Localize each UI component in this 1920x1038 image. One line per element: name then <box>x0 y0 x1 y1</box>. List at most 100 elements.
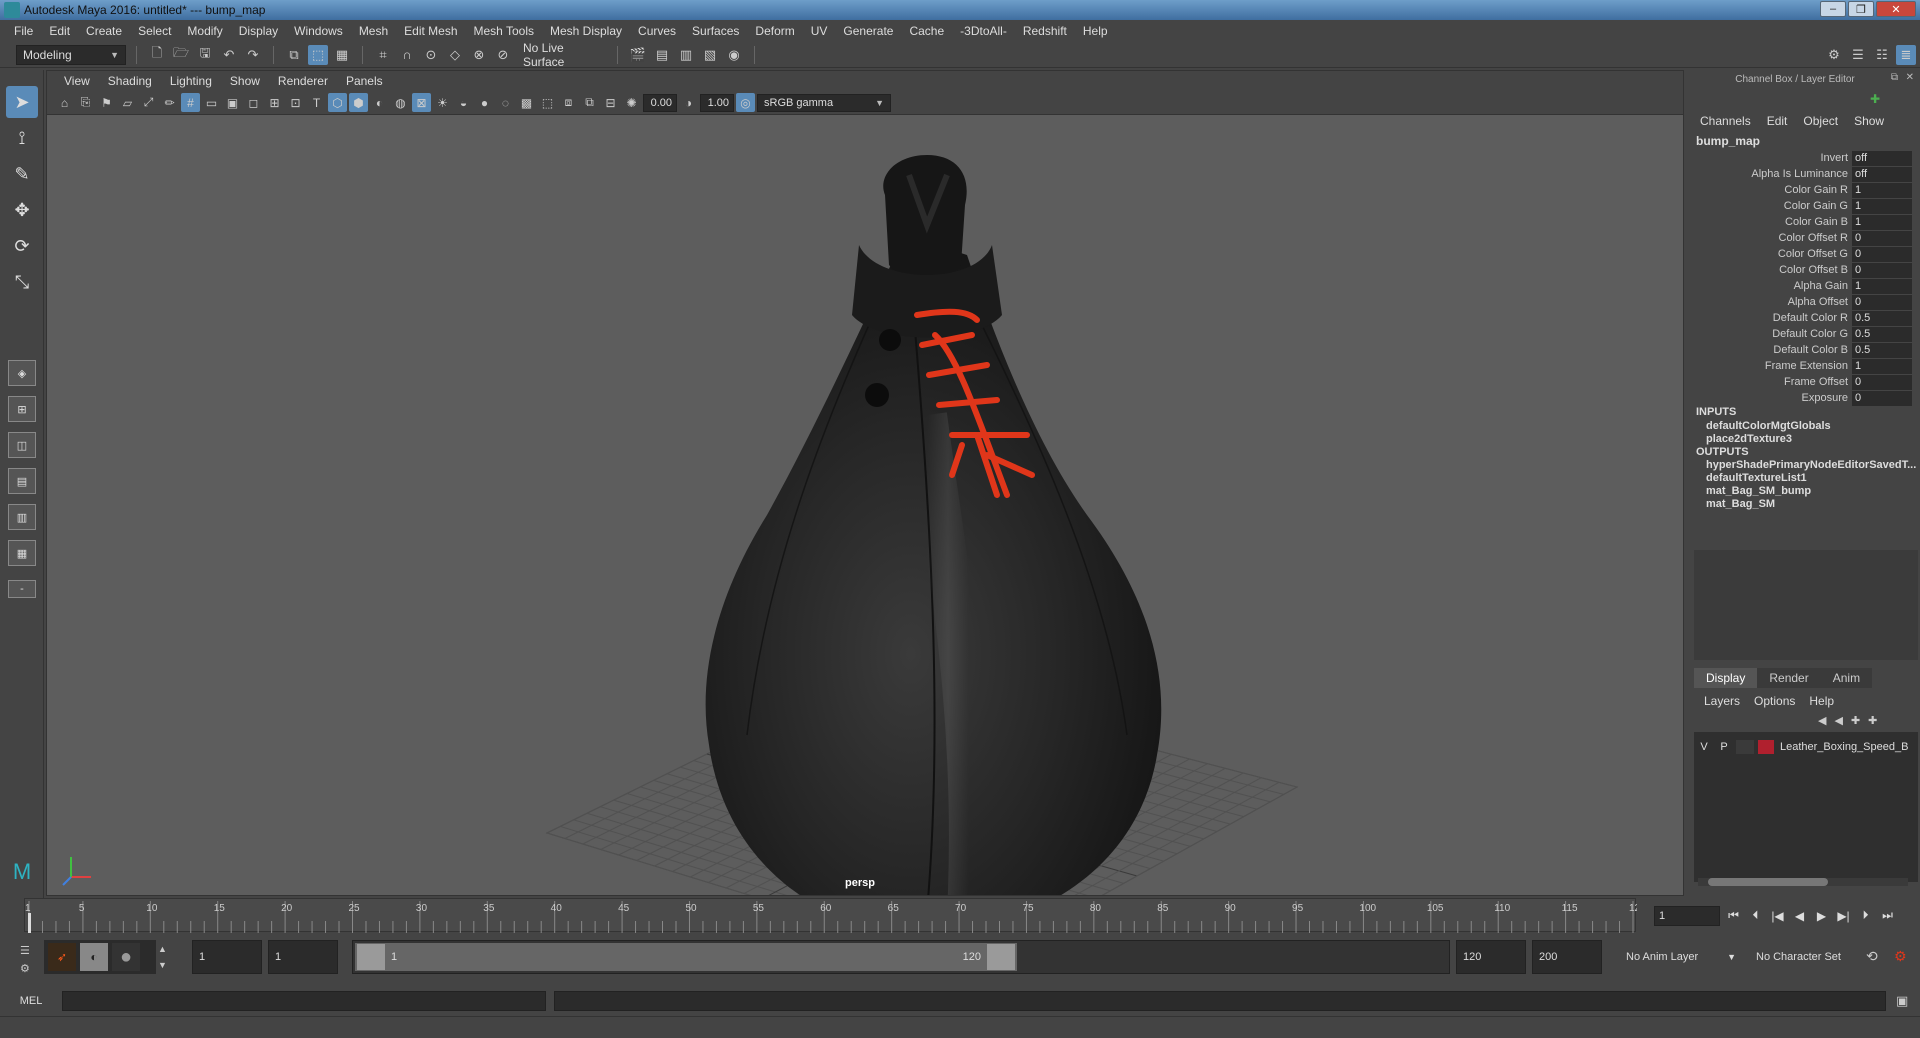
bookmark-icon[interactable]: ⚑ <box>97 93 116 112</box>
channel-box-toggle-icon[interactable]: ≣ <box>1896 44 1916 65</box>
anim-layer-dropdown[interactable]: No Anim Layer ▼ <box>1620 940 1740 974</box>
tool-settings-icon[interactable]: ☷ <box>1872 45 1892 65</box>
lasso-tool-icon[interactable]: ⟟ <box>6 122 38 154</box>
new-layer-selected-icon[interactable]: ✚ <box>1868 714 1877 727</box>
four-pane-layout-icon[interactable]: ⊞ <box>8 396 36 422</box>
channel-menu-object[interactable]: Object <box>1803 114 1838 128</box>
input-node[interactable]: defaultColorMgtGlobals <box>1706 420 1831 432</box>
output-node[interactable]: defaultTextureList1 <box>1706 472 1807 484</box>
go-to-start-icon[interactable]: ⏮ <box>1724 906 1743 925</box>
command-language-toggle[interactable]: MEL <box>0 995 62 1007</box>
attribute-row[interactable]: Default Color R 0.5 <box>1690 310 1920 326</box>
attribute-label[interactable]: Color Gain R <box>1690 184 1852 196</box>
script-editor-icon[interactable]: ▣ <box>1896 993 1908 1009</box>
channel-menu-show[interactable]: Show <box>1854 114 1884 128</box>
snap-view-plane-icon[interactable]: ◇ <box>445 45 465 65</box>
wireframe-on-shaded-icon[interactable]: ◍ <box>391 93 410 112</box>
isolate-select-icon[interactable]: ⬚ <box>538 93 557 112</box>
viewport-scene[interactable]: persp <box>47 115 1683 895</box>
attribute-label[interactable]: Invert <box>1690 152 1852 164</box>
shadows-icon[interactable]: ◒ <box>454 93 473 112</box>
textured-icon[interactable]: ⊠ <box>412 93 431 112</box>
layer-name[interactable]: Leather_Boxing_Speed_B <box>1780 741 1908 753</box>
attribute-label[interactable]: Frame Extension <box>1690 360 1852 372</box>
gamma-field[interactable]: 1.00 <box>700 93 734 112</box>
menu-modify[interactable]: Modify <box>179 24 230 38</box>
attribute-editor-icon[interactable]: ☰ <box>1848 45 1868 65</box>
layer-playback-toggle[interactable]: P <box>1714 741 1734 753</box>
ipr-render-icon[interactable]: ▥ <box>676 45 696 65</box>
attribute-label[interactable]: Default Color G <box>1690 328 1852 340</box>
menu-mesh-tools[interactable]: Mesh Tools <box>466 24 542 38</box>
resolution-gate-icon[interactable]: ▣ <box>223 93 242 112</box>
layer-menu-options[interactable]: Options <box>1754 694 1795 708</box>
menu-curves[interactable]: Curves <box>630 24 684 38</box>
attribute-value[interactable]: 0.5 <box>1852 326 1912 342</box>
graph-layout-icon[interactable]: ▥ <box>8 504 36 530</box>
live-surface-field[interactable]: No Live Surface <box>517 41 607 69</box>
gamma-icon[interactable]: ◑ <box>679 93 698 112</box>
attribute-value[interactable]: 1 <box>1852 182 1912 198</box>
attribute-label[interactable]: Alpha Is Luminance <box>1690 168 1852 180</box>
select-by-component-icon[interactable]: ▦ <box>332 45 352 65</box>
minimize-button[interactable]: – <box>1820 1 1846 17</box>
current-time-marker[interactable] <box>28 913 31 933</box>
go-to-end-icon[interactable]: ⏭ <box>1878 906 1897 925</box>
menu-uv[interactable]: UV <box>803 24 836 38</box>
layer-scrollbar[interactable] <box>1698 878 1908 886</box>
attribute-value[interactable]: 0.5 <box>1852 310 1912 326</box>
menu-surfaces[interactable]: Surfaces <box>684 24 747 38</box>
camera-select-icon[interactable]: ⌂ <box>55 93 74 112</box>
rotate-tool-icon[interactable]: ⟳ <box>6 230 38 262</box>
viewport-menu-show[interactable]: Show <box>221 74 269 88</box>
current-frame-field[interactable]: 1 <box>1654 906 1720 926</box>
sphere-shelf-icon[interactable]: ● <box>112 943 140 971</box>
use-all-lights-icon[interactable]: ☀ <box>433 93 452 112</box>
select-tool-icon[interactable]: ➤ <box>6 86 38 118</box>
menu-edit-mesh[interactable]: Edit Mesh <box>396 24 465 38</box>
attribute-label[interactable]: Color Offset R <box>1690 232 1852 244</box>
modeling-toolkit-icon[interactable]: ⚙ <box>1824 45 1844 65</box>
attribute-row[interactable]: Color Gain B1 <box>1690 214 1920 230</box>
input-node[interactable]: place2dTexture3 <box>1706 433 1792 445</box>
preferences-icon[interactable]: ⚙ <box>1894 948 1907 965</box>
xray-components-icon[interactable]: ⊟ <box>601 93 620 112</box>
grid-toggle-icon[interactable]: # <box>181 93 200 112</box>
viewport-menu-lighting[interactable]: Lighting <box>161 74 221 88</box>
viewport-menu-panels[interactable]: Panels <box>337 74 392 88</box>
attribute-value[interactable]: 1 <box>1852 214 1912 230</box>
channel-menu-edit[interactable]: Edit <box>1767 114 1788 128</box>
viewport-menu-shading[interactable]: Shading <box>99 74 161 88</box>
paint-select-tool-icon[interactable]: ✎ <box>6 158 38 190</box>
dynamics-shelf-icon[interactable]: ➶ <box>48 943 76 971</box>
anti-aliasing-icon[interactable]: ▩ <box>517 93 536 112</box>
attribute-value[interactable]: off <box>1852 150 1912 166</box>
snap-surface-icon[interactable]: ⊗ <box>469 45 489 65</box>
range-start-handle[interactable] <box>357 944 385 970</box>
attribute-label[interactable]: Alpha Gain <box>1690 280 1852 292</box>
field-chart-icon[interactable]: ⊞ <box>265 93 284 112</box>
safe-action-icon[interactable]: ⊡ <box>286 93 305 112</box>
exposure-field[interactable]: 0.00 <box>643 93 677 112</box>
render-settings-icon[interactable]: ▧ <box>700 45 720 65</box>
menu-create[interactable]: Create <box>78 24 130 38</box>
attribute-label[interactable]: Color Offset G <box>1690 248 1852 260</box>
playback-start-field[interactable]: 1 <box>268 940 338 974</box>
scrollbar-thumb[interactable] <box>1708 878 1828 886</box>
menu-select[interactable]: Select <box>130 24 179 38</box>
start-time-field[interactable]: 1 <box>192 940 262 974</box>
gate-mask-icon[interactable]: ◻ <box>244 93 263 112</box>
menu-windows[interactable]: Windows <box>286 24 351 38</box>
range-end-handle[interactable] <box>987 944 1015 970</box>
menu-display[interactable]: Display <box>231 24 286 38</box>
select-by-hierarchy-icon[interactable]: ⧉ <box>284 45 304 65</box>
attribute-value[interactable]: 0 <box>1852 230 1912 246</box>
scale-tool-icon[interactable]: ⤡ <box>6 266 38 298</box>
step-forward-frame-icon[interactable]: ▶| <box>1834 906 1853 925</box>
move-tool-icon[interactable]: ✥ <box>6 194 38 226</box>
two-pane-layout-icon[interactable]: ◫ <box>8 432 36 458</box>
xray-icon[interactable]: ⧈ <box>559 93 578 112</box>
layer-visibility-toggle[interactable]: V <box>1694 741 1714 753</box>
attribute-value[interactable]: 0 <box>1852 390 1912 406</box>
layer-display-type[interactable] <box>1736 740 1754 754</box>
